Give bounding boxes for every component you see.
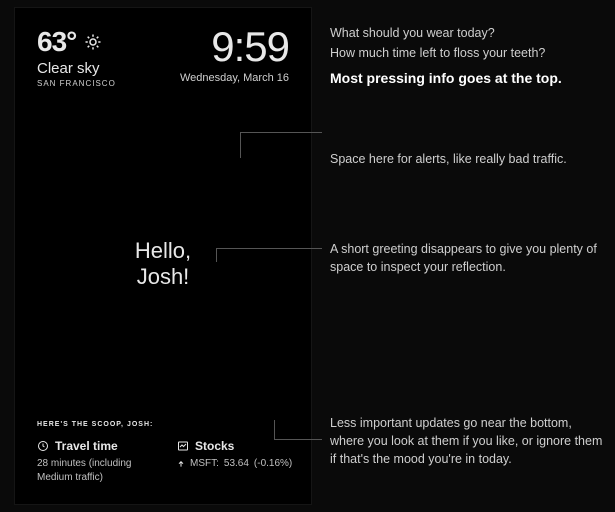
clock-block: 9:59 Wednesday, March 16	[180, 26, 289, 84]
clock-icon	[37, 440, 49, 452]
callout-text: Space here for alerts, like really bad t…	[330, 150, 605, 168]
top-row: 63° Clear sky SAN FRANCISCO 9:59 Wednesd…	[37, 26, 289, 88]
travel-body: 28 minutes (including Medium traffic)	[37, 457, 147, 484]
weather-city: SAN FRANCISCO	[37, 79, 116, 88]
sun-icon	[84, 33, 102, 51]
weather-block: 63° Clear sky SAN FRANCISCO	[37, 26, 116, 88]
chart-icon	[177, 440, 189, 452]
stock-change: (-0.16%)	[254, 457, 292, 471]
clock-time: 9:59	[180, 26, 289, 68]
stocks-title: Stocks	[195, 439, 234, 453]
greeting-line1: Hello,	[15, 238, 311, 264]
callout-text: Less important updates go near the botto…	[330, 414, 605, 468]
callout-text: How much time left to floss your teeth?	[330, 44, 605, 62]
arrow-up-icon	[177, 460, 185, 468]
travel-block: Travel time 28 minutes (including Medium…	[37, 439, 147, 484]
callout-bottom: Less important updates go near the botto…	[330, 414, 605, 470]
greeting: Hello, Josh!	[15, 238, 311, 291]
callout-top: What should you wear today? How much tim…	[330, 24, 605, 91]
callout-text: What should you wear today?	[330, 24, 605, 42]
callout-alerts: Space here for alerts, like really bad t…	[330, 150, 605, 170]
callout-greeting: A short greeting disappears to give you …	[330, 240, 605, 278]
weather-condition: Clear sky	[37, 60, 116, 77]
bottom-row: Travel time 28 minutes (including Medium…	[37, 439, 289, 484]
travel-title: Travel time	[55, 439, 118, 453]
mirror-panel: 63° Clear sky SAN FRANCISCO 9:59 Wednesd…	[14, 7, 312, 505]
callout-text: A short greeting disappears to give you …	[330, 240, 605, 276]
stocks-block: Stocks MSFT: 53.64 (-0.16%)	[177, 439, 287, 484]
scoop-label: HERE'S THE SCOOP, JOSH:	[37, 421, 153, 428]
stock-price: 53.64	[224, 457, 249, 471]
callouts-column: What should you wear today? How much tim…	[312, 0, 615, 512]
callout-bold: Most pressing info goes at the top.	[330, 68, 605, 88]
stock-symbol: MSFT:	[190, 457, 219, 471]
greeting-line2: Josh!	[15, 264, 311, 290]
weather-temp: 63°	[37, 26, 76, 58]
clock-date: Wednesday, March 16	[180, 72, 289, 84]
